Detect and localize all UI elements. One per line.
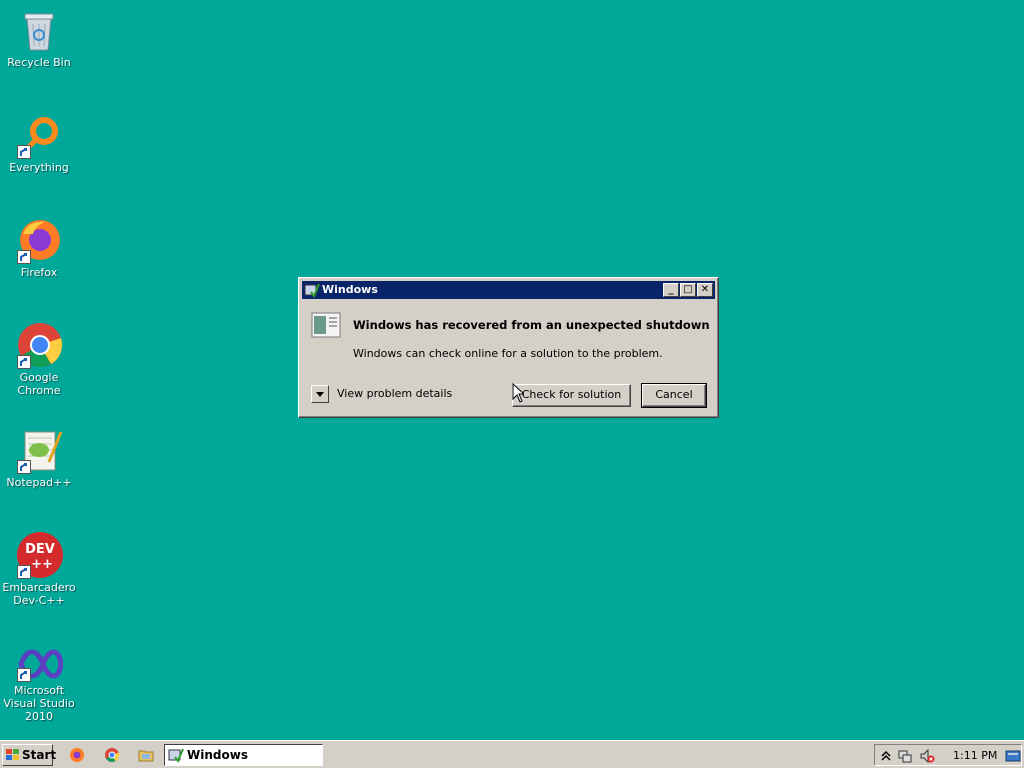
chrome-icon[interactable] xyxy=(104,747,120,763)
visual-studio-icon xyxy=(15,646,64,682)
start-label: Start xyxy=(22,748,57,762)
svg-text:++: ++ xyxy=(31,557,53,572)
dialog-subtext: Windows can check online for a solution … xyxy=(353,347,663,360)
windows-app-icon xyxy=(304,283,320,298)
dialog-title: Windows xyxy=(322,283,378,296)
desktop-icon-label: Google Chrome xyxy=(17,371,61,397)
dialog-heading: Windows has recovered from an unexpected… xyxy=(353,318,710,332)
desktop-icon-everything[interactable]: Everything xyxy=(0,111,78,174)
expand-details-button[interactable] xyxy=(311,385,329,403)
volume-muted-icon[interactable] xyxy=(919,748,935,764)
start-button[interactable]: Start xyxy=(2,744,57,766)
svg-text:DEV: DEV xyxy=(25,542,55,557)
recycle-bin-icon xyxy=(15,6,63,54)
shortcut-arrow-icon xyxy=(17,460,31,474)
desktop-icon-devcpp[interactable]: DEV ++ Embarcadero Dev-C++ xyxy=(0,531,78,607)
shortcut-arrow-icon xyxy=(17,355,31,369)
chrome-icon xyxy=(15,321,63,369)
everything-search-icon xyxy=(15,111,63,159)
problem-report-icon xyxy=(311,312,341,338)
desktop-icon-label: Embarcadero Dev-C++ xyxy=(2,581,76,607)
windows-logo-icon xyxy=(6,749,19,760)
desktop-icon-label: Everything xyxy=(9,161,69,174)
desktop-icon-label: Firefox xyxy=(20,266,58,279)
taskbar: Start Windows 1:11 PM xyxy=(0,740,1024,768)
maximize-button[interactable]: □ xyxy=(680,283,696,297)
network-icon[interactable] xyxy=(897,748,913,764)
windows-app-icon xyxy=(168,748,184,763)
system-tray: 1:11 PM xyxy=(874,744,1022,766)
mouse-cursor-icon xyxy=(512,383,524,403)
firefox-icon xyxy=(15,216,63,264)
desktop-icon-chrome[interactable]: Google Chrome xyxy=(0,321,78,397)
view-problem-details-label[interactable]: View problem details xyxy=(337,387,452,400)
minimize-button[interactable]: _ xyxy=(663,283,679,297)
taskbar-item-label: Windows xyxy=(187,748,248,762)
clock[interactable]: 1:11 PM xyxy=(953,749,997,762)
desktop-icon-recycle-bin[interactable]: Recycle Bin xyxy=(0,6,78,69)
devcpp-icon: DEV ++ xyxy=(15,531,63,579)
dialog-titlebar[interactable]: Windows _ □ ✕ xyxy=(302,281,715,299)
desktop-icon-label: Recycle Bin xyxy=(7,56,71,69)
show-desktop-icon[interactable] xyxy=(1005,748,1021,764)
desktop-icon-firefox[interactable]: Firefox xyxy=(0,216,78,279)
file-explorer-icon[interactable] xyxy=(138,747,154,763)
desktop-icon-visual-studio[interactable]: Microsoft Visual Studio 2010 xyxy=(0,646,78,723)
firefox-icon[interactable] xyxy=(69,747,85,763)
notepadpp-icon xyxy=(15,426,63,474)
shortcut-arrow-icon xyxy=(17,250,31,264)
shortcut-arrow-icon xyxy=(17,145,31,159)
check-for-solution-button[interactable]: Check for solution xyxy=(512,384,631,407)
desktop-icon-notepadpp[interactable]: Notepad++ xyxy=(0,426,78,489)
cancel-button[interactable]: Cancel xyxy=(641,383,707,408)
shortcut-arrow-icon xyxy=(17,565,31,579)
desktop-icon-label: Notepad++ xyxy=(6,476,72,489)
desktop-icon-label: Microsoft Visual Studio 2010 xyxy=(3,684,75,723)
shortcut-arrow-icon xyxy=(17,668,31,682)
close-button[interactable]: ✕ xyxy=(697,283,713,297)
recovery-dialog: Windows _ □ ✕ Windows has recovered from… xyxy=(298,277,719,418)
chevron-up-icon[interactable] xyxy=(878,748,894,764)
taskbar-item-windows[interactable]: Windows xyxy=(164,744,323,766)
